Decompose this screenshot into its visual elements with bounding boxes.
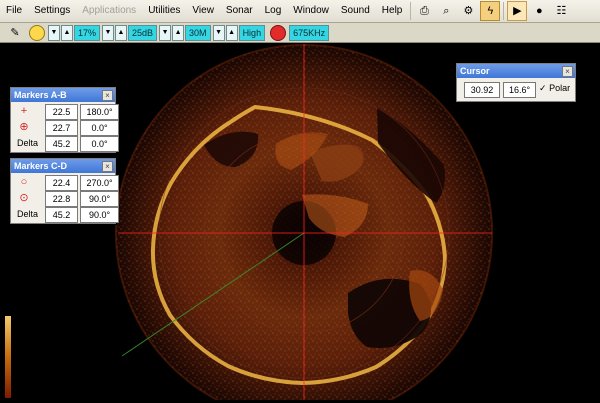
lightning-icon[interactable]: ϟ (480, 1, 501, 21)
toolbar-separator (410, 2, 412, 20)
menu-window[interactable]: Window (287, 0, 335, 22)
cursor-distance-value[interactable]: 30.92 (464, 82, 500, 98)
markers-ab-delta-value[interactable]: 45.2 (45, 136, 78, 152)
menu-file[interactable]: File (0, 0, 28, 22)
cursor-title: Cursor (457, 64, 575, 78)
checkmark-icon: ✓ (539, 83, 547, 93)
quality-increase-button[interactable]: ▲ (225, 24, 238, 41)
status-indicator-icon[interactable] (29, 24, 45, 41)
marker-c-value[interactable]: 22.4 (45, 175, 78, 191)
sonar-display[interactable]: Markers A-B × + 22.5 180.0° ⊕ 22.7 0.0° … (0, 44, 600, 403)
frequency-field[interactable]: 675KHz (289, 24, 330, 41)
marker-d-row: ⊙ 22.8 90.0° (17, 191, 119, 207)
markers-cd-delta-row: Delta 45.2 90.0° (17, 207, 119, 223)
distance-decrease-button[interactable]: ▼ (159, 24, 172, 41)
delta-label: Delta (17, 138, 39, 148)
marker-c-icon: ○ (20, 176, 28, 188)
menu-applications[interactable]: Applications (76, 0, 142, 22)
menu-view[interactable]: View (186, 0, 220, 22)
intensity-color-scale (5, 316, 11, 398)
marker-b-value[interactable]: 22.7 (45, 120, 78, 136)
play-icon[interactable]: ▶ (507, 1, 528, 21)
page-setup-icon[interactable]: ⚙ (458, 1, 478, 21)
menu-sound[interactable]: Sound (335, 0, 376, 22)
range-decrease-button[interactable]: ▼ (48, 24, 60, 41)
range-percent-field[interactable]: 17% (74, 24, 101, 41)
markers-cd-title: Markers C-D (11, 159, 115, 173)
marker-a-angle[interactable]: 180.0° (80, 104, 119, 120)
menu-help[interactable]: Help (376, 0, 409, 22)
menu-log[interactable]: Log (259, 0, 288, 22)
record-icon[interactable]: ● (529, 1, 549, 21)
markers-ab-panel: Markers A-B × + 22.5 180.0° ⊕ 22.7 0.0° … (10, 87, 119, 153)
markers-ab-delta-angle[interactable]: 0.0° (80, 136, 119, 152)
polar-label: Polar (549, 83, 571, 93)
cursor-panel: Cursor × 30.92 16.6° ✓ Polar (456, 63, 576, 102)
quality-field[interactable]: High (238, 24, 266, 41)
toolbar-separator (503, 2, 505, 20)
markers-ab-title: Markers A-B (11, 88, 115, 102)
polar-toggle[interactable]: ✓ Polar (539, 83, 570, 94)
sonar-status-bar: ✎ ▼ ▲ 17% ▼ ▲ 25dB ▼ ▲ 30M ▼ ▲ High 675K… (0, 23, 600, 43)
markers-ab-delta-row: Delta 45.2 0.0° (17, 136, 119, 152)
marker-a-value[interactable]: 22.5 (45, 104, 78, 120)
marker-d-value[interactable]: 22.8 (45, 191, 78, 207)
marker-c-angle[interactable]: 270.0° (80, 175, 119, 191)
menu-settings[interactable]: Settings (28, 0, 76, 22)
marker-a-row: + 22.5 180.0° (17, 104, 119, 120)
close-icon[interactable]: × (562, 66, 573, 77)
pen-icon[interactable]: ✎ (5, 23, 25, 43)
distance-increase-button[interactable]: ▲ (172, 24, 185, 41)
record-status-icon[interactable] (270, 24, 287, 41)
marker-d-icon: ⊙ (19, 192, 29, 204)
close-icon[interactable]: × (102, 161, 113, 172)
marker-d-angle[interactable]: 90.0° (80, 191, 119, 207)
quality-decrease-button[interactable]: ▼ (212, 24, 225, 41)
print-icon[interactable]: ⎙ (414, 1, 434, 21)
gain-decrease-button[interactable]: ▼ (102, 24, 115, 41)
print-preview-icon[interactable]: ⌕ (436, 1, 456, 21)
delta-label: Delta (17, 209, 39, 219)
gain-increase-button[interactable]: ▲ (115, 24, 128, 41)
markers-cd-delta-angle[interactable]: 90.0° (80, 207, 119, 223)
marker-b-angle[interactable]: 0.0° (80, 120, 119, 136)
marker-b-row: ⊕ 22.7 0.0° (17, 120, 119, 136)
close-icon[interactable]: × (102, 90, 113, 101)
menu-sonar[interactable]: Sonar (220, 0, 259, 22)
markers-cd-delta-value[interactable]: 45.2 (45, 207, 78, 223)
options-icon[interactable]: ☷ (551, 1, 571, 21)
marker-c-row: ○ 22.4 270.0° (17, 175, 119, 191)
range-increase-button[interactable]: ▲ (61, 24, 73, 41)
gain-field[interactable]: 25dB (128, 24, 158, 41)
menu-utilities[interactable]: Utilities (142, 0, 186, 22)
cursor-angle-value[interactable]: 16.6° (503, 82, 536, 98)
menu-bar: File Settings Applications Utilities Vie… (0, 0, 600, 23)
marker-a-icon: + (20, 105, 28, 117)
distance-field[interactable]: 30M (185, 24, 211, 41)
marker-b-icon: ⊕ (19, 121, 29, 133)
markers-cd-panel: Markers C-D × ○ 22.4 270.0° ⊙ 22.8 90.0°… (10, 158, 119, 224)
